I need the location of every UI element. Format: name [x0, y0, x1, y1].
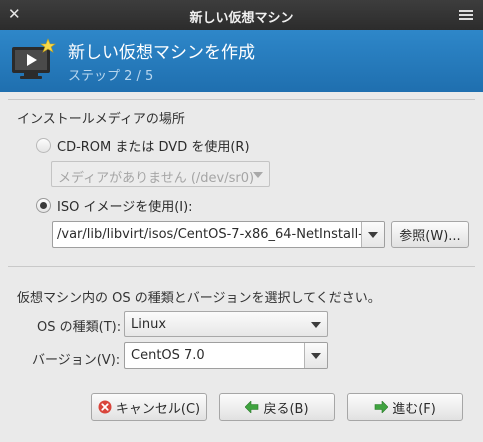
iso-path-combo[interactable]: /var/lib/libvirt/isos/CentOS-7-x86_64-Ne…	[52, 221, 385, 248]
cancel-button[interactable]: キャンセル(C)	[91, 393, 207, 421]
os-version-input[interactable]: CentOS 7.0	[131, 348, 205, 363]
window-menu-icon[interactable]	[459, 10, 473, 20]
header-banner: 新しい仮想マシンを作成 ステップ 2 / 5	[0, 30, 483, 92]
os-type-value: Linux	[131, 317, 167, 332]
os-version-label: バージョン(V):	[32, 353, 121, 368]
back-button-label: 戻る(B)	[263, 401, 309, 417]
back-button[interactable]: 戻る(B)	[219, 393, 335, 421]
step-indicator: ステップ 2 / 5	[68, 69, 154, 84]
cdrom-device-value: メディアがありません (/dev/sr0)	[58, 171, 255, 186]
window-title: 新しい仮想マシン	[189, 11, 294, 26]
os-type-combo[interactable]: Linux	[124, 311, 328, 337]
iso-radio-option[interactable]: ISO イメージを使用(I):	[36, 196, 193, 215]
arrow-left-icon	[245, 401, 259, 413]
os-section-label: 仮想マシン内の OS の種類とバージョンを選択してください。	[17, 291, 381, 306]
header-divider	[8, 99, 475, 100]
title-bar: ✕ 新しい仮想マシン	[0, 0, 483, 30]
cdrom-radio[interactable]	[36, 138, 51, 153]
install-media-section-label: インストールメディアの場所	[17, 112, 185, 127]
os-version-combo[interactable]: CentOS 7.0	[124, 342, 328, 369]
chevron-down-icon	[368, 232, 378, 238]
section-divider	[8, 266, 475, 267]
chevron-down-icon	[311, 322, 321, 328]
browse-button-label: 参照(W)...	[399, 229, 461, 244]
new-vm-dialog: ✕ 新しい仮想マシン 新しい仮想マシンを作成 ステップ 2 / 5 インストール…	[0, 0, 483, 442]
browse-button[interactable]: 参照(W)...	[391, 221, 469, 248]
iso-path-dropdown-button[interactable]	[361, 222, 384, 247]
cancel-button-label: キャンセル(C)	[115, 401, 201, 417]
iso-radio-label: ISO イメージを使用(I):	[57, 200, 193, 215]
iso-path-input[interactable]: /var/lib/libvirt/isos/CentOS-7-x86_64-Ne…	[57, 227, 371, 242]
chevron-down-icon	[311, 353, 321, 359]
new-vm-monitor-icon	[12, 38, 56, 79]
os-version-dropdown-button[interactable]	[304, 343, 327, 368]
cdrom-device-combo: メディアがありません (/dev/sr0)	[51, 161, 270, 187]
forward-button-label: 進む(F)	[392, 401, 436, 417]
cancel-icon	[98, 400, 112, 414]
iso-radio[interactable]	[36, 198, 51, 213]
cdrom-radio-label: CD-ROM または DVD を使用(R)	[57, 140, 250, 155]
arrow-right-icon	[374, 401, 389, 413]
chevron-down-icon	[253, 172, 263, 178]
page-title: 新しい仮想マシンを作成	[68, 43, 255, 63]
cdrom-radio-option[interactable]: CD-ROM または DVD を使用(R)	[36, 136, 250, 155]
forward-button[interactable]: 進む(F)	[347, 393, 463, 421]
os-type-label: OS の種類(T):	[37, 320, 122, 335]
